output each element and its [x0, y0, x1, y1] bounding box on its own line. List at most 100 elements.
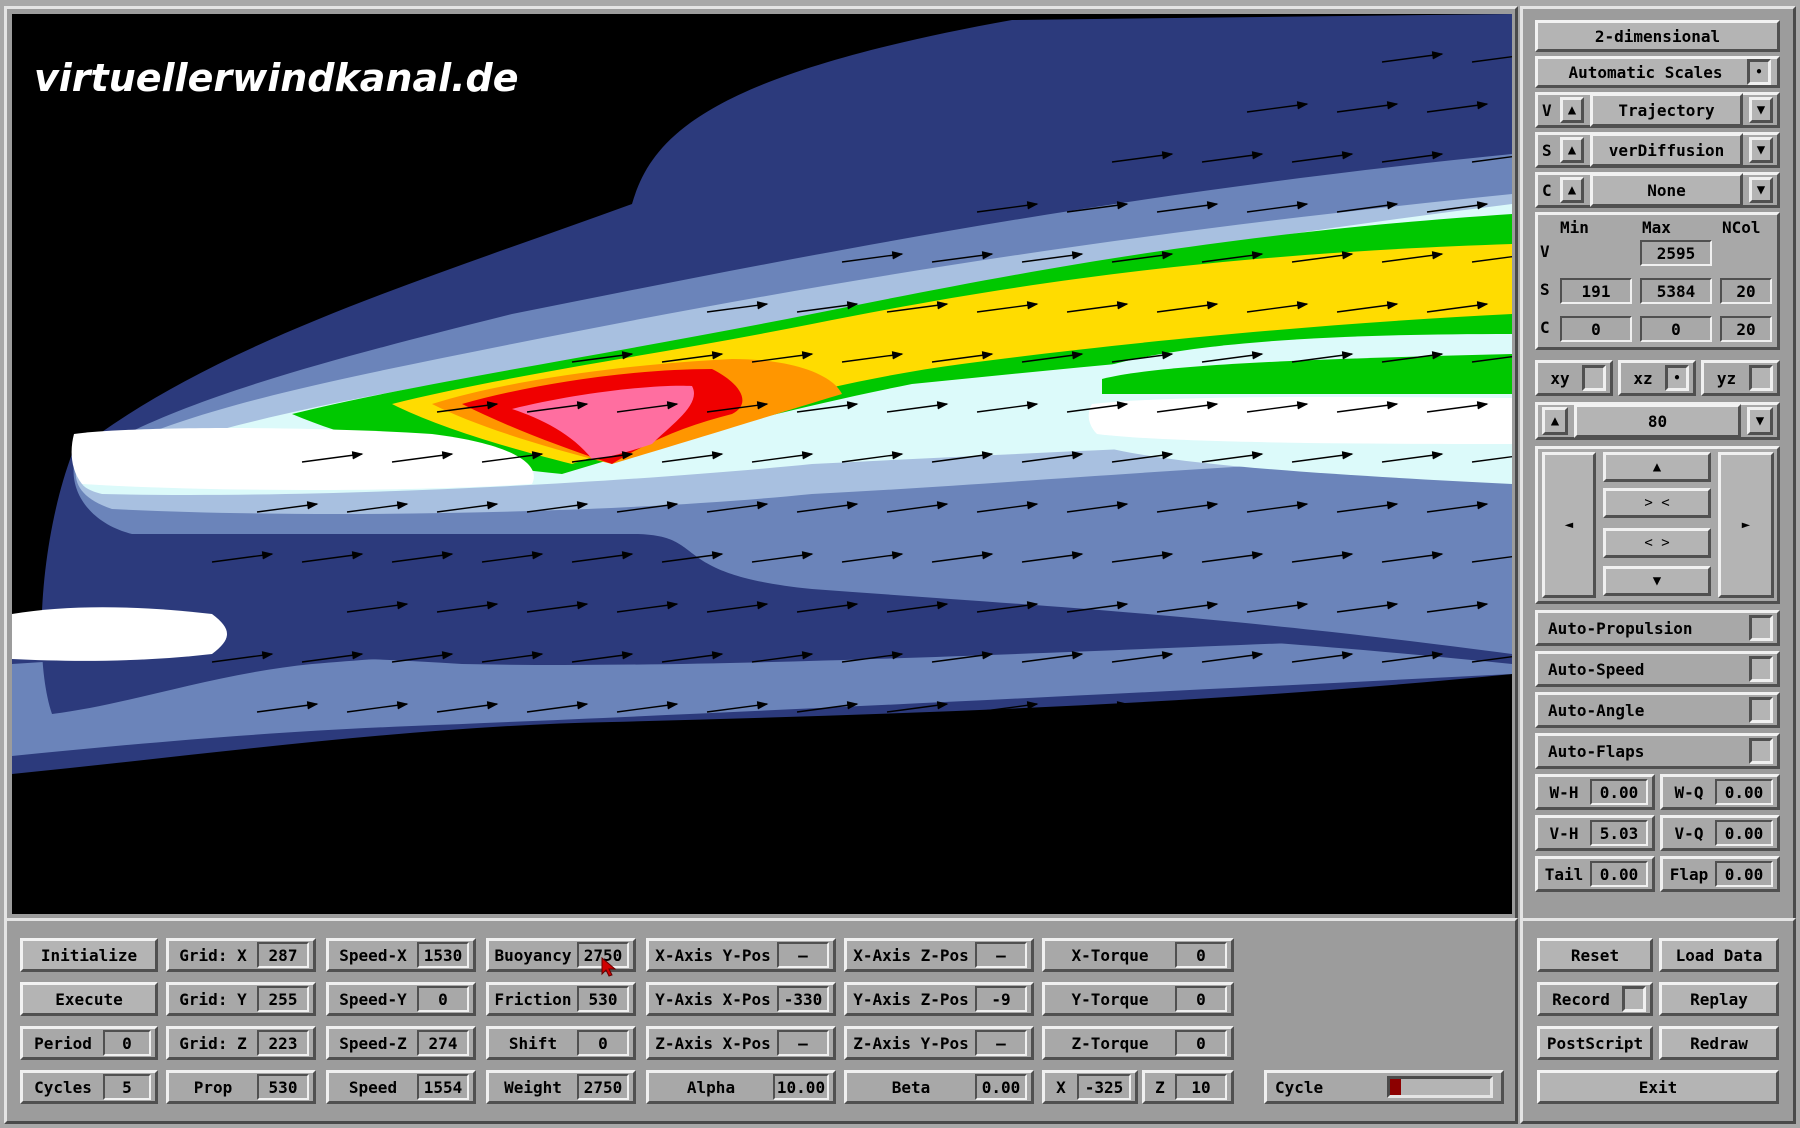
auto-flaps-checkbox[interactable]	[1749, 738, 1773, 764]
toggle-auto-flaps[interactable]: Auto-Flaps	[1535, 733, 1780, 769]
s-ncol-field[interactable]: 20	[1720, 278, 1772, 304]
nav-down-button[interactable]: ▼	[1603, 566, 1711, 596]
alpha-label: Alpha	[686, 1077, 736, 1097]
record-toggle[interactable]: Record	[1537, 982, 1653, 1016]
chevron-down-icon[interactable]: ▼	[1749, 177, 1773, 203]
friction-label: Friction	[494, 989, 572, 1009]
grid-z-value[interactable]: 223	[257, 1030, 309, 1056]
record-checkbox[interactable]	[1622, 986, 1646, 1012]
auto-speed-checkbox[interactable]	[1749, 656, 1773, 682]
toggle-auto-propulsion[interactable]: Auto-Propulsion	[1535, 610, 1780, 646]
beta-field: Beta 0.00	[844, 1070, 1034, 1104]
plane-xy-label: xy	[1550, 368, 1570, 388]
slice-value[interactable]: 80	[1574, 404, 1741, 438]
s-min-field[interactable]: 191	[1560, 278, 1632, 304]
param-v-q-value[interactable]: 0.00	[1715, 820, 1773, 846]
y-axis-x-pos-value[interactable]: -330	[777, 986, 829, 1012]
y-torque-value[interactable]: 0	[1175, 986, 1227, 1012]
postscript-button[interactable]: PostScript	[1537, 1026, 1653, 1060]
selector-c: C ▲ None ▼	[1535, 172, 1780, 208]
z-label: Z	[1155, 1077, 1165, 1097]
execute-button[interactable]: Execute	[20, 982, 158, 1016]
initialize-button[interactable]: Initialize	[20, 938, 158, 972]
prop-value[interactable]: 530	[257, 1074, 309, 1100]
scales-button[interactable]: Automatic Scales •	[1535, 56, 1780, 88]
c-max-field[interactable]: 0	[1640, 316, 1712, 342]
chevron-down-icon[interactable]: ▼	[1747, 407, 1773, 435]
selector-s-value[interactable]: verDiffusion	[1590, 133, 1743, 167]
plane-xz[interactable]: xz •	[1618, 360, 1696, 396]
alpha-value[interactable]: 10.00	[773, 1074, 829, 1100]
zoom-out-button[interactable]: < >	[1603, 528, 1711, 558]
x-axis-z-pos-value[interactable]: —	[975, 942, 1027, 968]
grid-x-value[interactable]: 287	[257, 942, 309, 968]
period-value[interactable]: 0	[103, 1030, 151, 1056]
z-value[interactable]: 10	[1175, 1074, 1227, 1100]
load-data-button[interactable]: Load Data	[1659, 938, 1779, 972]
scales-toggle[interactable]: •	[1747, 59, 1771, 85]
plane-yz[interactable]: yz	[1701, 360, 1780, 396]
plane-xy[interactable]: xy	[1535, 360, 1613, 396]
x-torque-label: X-Torque	[1071, 945, 1149, 965]
cycles-field: Cycles 5	[20, 1070, 158, 1104]
speed-value[interactable]: 1554	[417, 1074, 469, 1100]
nav-right-button[interactable]: ►	[1718, 452, 1774, 598]
up-arrow-icon[interactable]: ▲	[1542, 407, 1568, 435]
x-axis-y-pos-value[interactable]: —	[777, 942, 829, 968]
param-w-h-value[interactable]: 0.00	[1590, 779, 1648, 805]
beta-value[interactable]: 0.00	[975, 1074, 1027, 1100]
selector-v-value[interactable]: Trajectory	[1590, 93, 1743, 127]
z-torque-value[interactable]: 0	[1175, 1030, 1227, 1056]
replay-button[interactable]: Replay	[1659, 982, 1779, 1016]
nav-left-button[interactable]: ◄	[1542, 452, 1596, 598]
selector-c-value[interactable]: None	[1590, 173, 1743, 207]
param-tail-value[interactable]: 0.00	[1590, 861, 1648, 887]
mouse-cursor-icon	[601, 956, 617, 977]
exit-button[interactable]: Exit	[1537, 1070, 1779, 1104]
plane-yz-toggle[interactable]	[1749, 365, 1773, 391]
cycle-label: Cycle	[1275, 1077, 1324, 1097]
nav-up-button[interactable]: ▲	[1603, 452, 1711, 482]
plane-xy-toggle[interactable]	[1582, 365, 1606, 391]
param-flap-value[interactable]: 0.00	[1715, 861, 1773, 887]
redraw-button[interactable]: Redraw	[1659, 1026, 1779, 1060]
weight-value[interactable]: 2750	[577, 1074, 629, 1100]
auto-flaps-label: Auto-Flaps	[1548, 741, 1645, 761]
up-arrow-icon[interactable]: ▲	[1560, 97, 1584, 123]
c-min-field[interactable]: 0	[1560, 316, 1632, 342]
speed-z-value[interactable]: 274	[417, 1030, 469, 1056]
zoom-in-button[interactable]: > <	[1603, 488, 1711, 518]
shift-value[interactable]: 0	[577, 1030, 629, 1056]
param-v-h-value[interactable]: 5.03	[1590, 820, 1648, 846]
grid-y-value[interactable]: 255	[257, 986, 309, 1012]
slice-control: ▲ 80 ▼	[1535, 402, 1780, 440]
z-axis-y-pos-value[interactable]: —	[975, 1030, 1027, 1056]
friction-value[interactable]: 530	[577, 986, 629, 1012]
speed-y-value[interactable]: 0	[417, 986, 469, 1012]
v-max-field[interactable]: 2595	[1640, 240, 1712, 266]
auto-angle-checkbox[interactable]	[1749, 697, 1773, 723]
s-max-field[interactable]: 5384	[1640, 278, 1712, 304]
cycles-value[interactable]: 5	[103, 1074, 151, 1100]
z-axis-x-pos-value[interactable]: —	[777, 1030, 829, 1056]
toggle-auto-angle[interactable]: Auto-Angle	[1535, 692, 1780, 728]
up-arrow-icon[interactable]: ▲	[1560, 137, 1584, 163]
chevron-down-icon[interactable]: ▼	[1749, 97, 1773, 123]
param-v-h: V-H 5.03	[1535, 815, 1655, 851]
param-w-q-value[interactable]: 0.00	[1715, 779, 1773, 805]
auto-propulsion-checkbox[interactable]	[1749, 615, 1773, 641]
plane-xz-toggle[interactable]: •	[1665, 365, 1689, 391]
y-torque-field: Y-Torque 0	[1042, 982, 1234, 1016]
mode-button[interactable]: 2-dimensional	[1535, 20, 1780, 52]
up-arrow-icon[interactable]: ▲	[1560, 177, 1584, 203]
reset-button[interactable]: Reset	[1537, 938, 1653, 972]
x-torque-value[interactable]: 0	[1175, 942, 1227, 968]
chevron-down-icon[interactable]: ▼	[1749, 137, 1773, 163]
y-axis-z-pos-value[interactable]: -9	[975, 986, 1027, 1012]
x-value[interactable]: -325	[1077, 1074, 1131, 1100]
param-w-q-label: W-Q	[1674, 782, 1704, 802]
c-ncol-field[interactable]: 20	[1720, 316, 1772, 342]
speed-x-value[interactable]: 1530	[417, 942, 469, 968]
toggle-auto-speed[interactable]: Auto-Speed	[1535, 651, 1780, 687]
period-field: Period 0	[20, 1026, 158, 1060]
